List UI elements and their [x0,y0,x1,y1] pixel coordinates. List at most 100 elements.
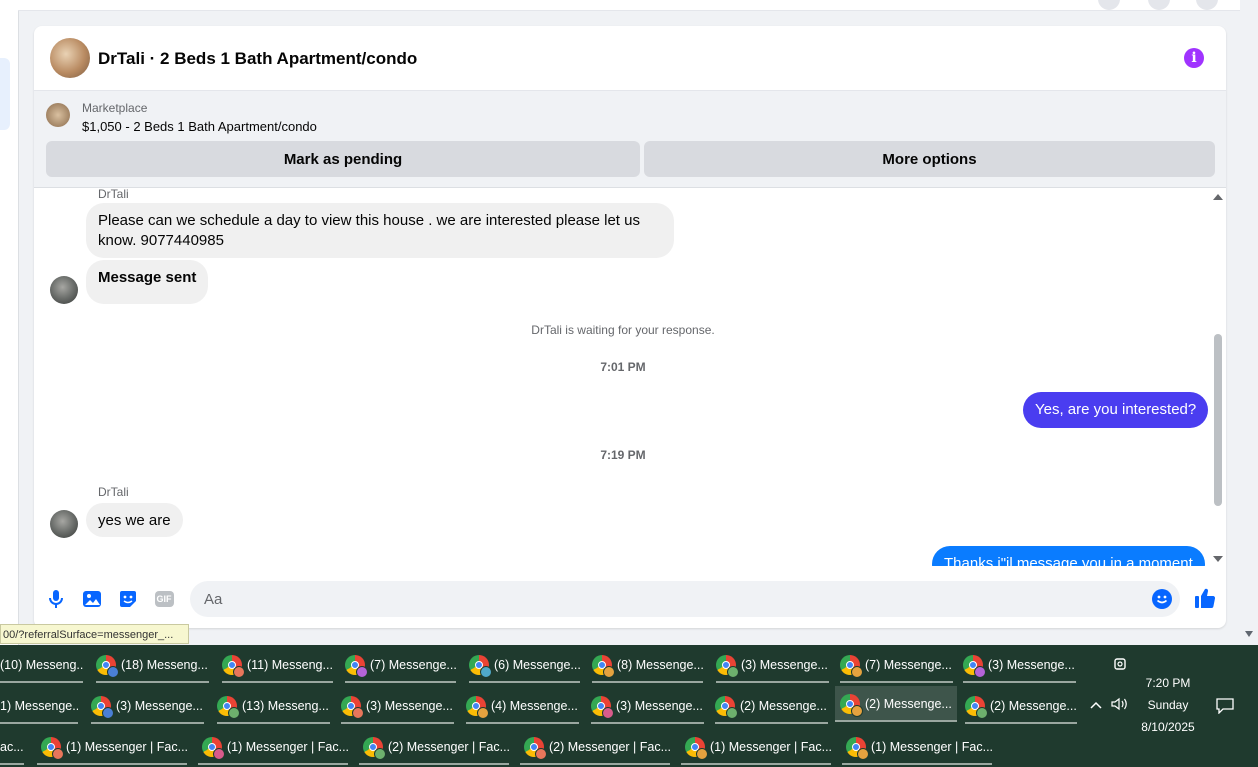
taskbar-window[interactable]: (2) Messenger | Fac... [520,729,670,765]
taskbar-window[interactable]: (10) Messeng... [0,647,83,683]
listing-thumbnail[interactable] [46,103,70,127]
incoming-message[interactable]: yes we are [86,503,183,537]
page-scrollbar[interactable] [1240,0,1258,645]
taskbar-window[interactable]: (3) Messenge... [963,647,1076,683]
taskbar-window-label: (3) Messenge... [988,658,1075,672]
taskbar-window[interactable]: (3) Messenge... [716,647,829,683]
taskbar-window[interactable]: 1) Messenge... [0,688,78,724]
chat-title[interactable]: DrTali · 2 Beds 1 Bath Apartment/condo [98,49,417,69]
taskbar-window-label: (2) Messenger | Fac... [549,740,670,754]
taskbar-window-label: (13) Messeng... [242,699,329,713]
taskbar-window[interactable]: (2) Messenge... [835,686,957,722]
outgoing-message[interactable]: Yes, are you interested? [1023,392,1209,428]
taskbar-window[interactable]: (11) Messeng... [222,647,333,683]
gif-label: GIF [154,591,174,607]
clock-day[interactable]: Sunday [1130,698,1206,712]
chrome-icon [591,696,614,719]
message-input-container[interactable] [190,581,1180,617]
taskbar-window[interactable]: (8) Messenge... [592,647,703,683]
taskbar-window-label: (1) Messenger | Fac... [871,740,992,754]
taskbar-window-label: 1) Messenge... [0,699,78,713]
taskbar-window[interactable]: (4) Messenge... [466,688,579,724]
scrollbar-thumb[interactable] [1214,334,1222,506]
taskbar-window-label: (1) Messenger | Fac... [227,740,348,754]
incoming-message[interactable]: Message sent [86,260,209,304]
taskbar-window-label: (8) Messenge... [617,658,703,672]
selected-chat-highlight [0,58,10,130]
thumbs-up-icon[interactable] [1193,586,1217,610]
listing-price-title[interactable]: $1,050 - 2 Beds 1 Bath Apartment/condo [82,119,317,134]
camera-icon[interactable] [1113,657,1127,671]
taskbar-window[interactable]: (2) Messenge... [965,688,1077,724]
top-button[interactable] [1098,0,1120,10]
taskbar-window[interactable]: (1) Messenger | Fac... [37,729,187,765]
gif-icon[interactable]: GIF [153,588,175,610]
taskbar-window-label: (11) Messeng... [247,658,333,672]
message-scrollbar[interactable] [1210,188,1226,566]
taskbar-window[interactable]: (18) Messeng... [96,647,209,683]
waiting-notice: DrTali is waiting for your response. [531,323,715,337]
emoji-icon[interactable] [1152,589,1172,609]
taskbar-window[interactable]: (3) Messenge... [341,688,454,724]
outgoing-message[interactable]: Thanks i"il message you in a moment [932,546,1205,566]
scroll-up-arrow[interactable] [1213,194,1223,200]
taskbar-window[interactable]: (2) Messenge... [715,688,828,724]
taskbar-window[interactable]: (1) Messenger | Fac... [681,729,831,765]
info-icon[interactable]: i [1184,48,1204,68]
left-sidebar-edge [0,0,19,645]
taskbar-window-label: (18) Messeng... [121,658,208,672]
incoming-message[interactable]: Please can we schedule a day to view thi… [86,203,674,258]
taskbar-window-label: (2) Messenge... [865,697,952,711]
chrome-icon [685,737,708,760]
sender-name: DrTali [98,188,129,201]
chrome-icon [840,694,863,717]
taskbar-window[interactable]: (6) Messenge... [469,647,580,683]
scroll-down-arrow[interactable] [1245,631,1253,637]
top-button[interactable] [1148,0,1170,10]
chrome-icon [341,696,364,719]
taskbar-window[interactable]: ac... [0,729,24,765]
chrome-icon [222,655,245,678]
taskbar-window[interactable]: (2) Messenger | Fac... [359,729,509,765]
taskbar-window-label: (2) Messenger | Fac... [388,740,509,754]
chrome-icon [217,696,240,719]
chevron-up-icon[interactable] [1089,699,1103,713]
taskbar-window-label: ac... [0,740,24,754]
chrome-icon [363,737,386,760]
clock-time[interactable]: 7:20 PM [1130,676,1206,690]
taskbar-window-label: (7) Messenge... [370,658,456,672]
profile-avatar[interactable] [1196,0,1218,10]
clock-date[interactable]: 8/10/2025 [1130,720,1206,734]
scroll-down-arrow[interactable] [1213,556,1223,562]
timestamp: 7:01 PM [600,360,646,374]
taskbar-window[interactable]: (1) Messenger | Fac... [198,729,348,765]
message-list: DrTali Please can we schedule a day to v… [34,188,1226,566]
taskbar-window[interactable]: (7) Messenge... [840,647,953,683]
photo-icon[interactable] [81,588,103,610]
more-options-button[interactable]: More options [644,141,1215,177]
mark-as-pending-button[interactable]: Mark as pending [46,141,640,177]
chrome-icon [96,655,119,678]
top-bar [18,0,1240,11]
contact-avatar-small[interactable] [50,510,78,538]
volume-icon[interactable] [1111,697,1129,714]
taskbar-window-label: (10) Messeng... [0,658,83,672]
taskbar-window[interactable]: (3) Messenge... [591,688,704,724]
notification-icon[interactable] [1216,698,1234,717]
chrome-icon [524,737,547,760]
listing-label: Marketplace [82,101,148,115]
taskbar-window[interactable]: (3) Messenge... [91,688,204,724]
taskbar-window-label: (4) Messenge... [491,699,578,713]
contact-avatar[interactable] [50,38,90,78]
taskbar-window-label: (3) Messenge... [116,699,203,713]
chrome-icon [91,696,114,719]
microphone-icon[interactable] [45,588,67,610]
taskbar-window-label: (3) Messenge... [616,699,703,713]
message-input[interactable] [202,590,1146,609]
taskbar-window[interactable]: (13) Messeng... [217,688,330,724]
sticker-icon[interactable] [117,588,139,610]
taskbar-window[interactable]: (7) Messenge... [345,647,456,683]
contact-avatar-small[interactable] [50,276,78,304]
chrome-icon [202,737,225,760]
taskbar-window[interactable]: (1) Messenger | Fac... [842,729,992,765]
